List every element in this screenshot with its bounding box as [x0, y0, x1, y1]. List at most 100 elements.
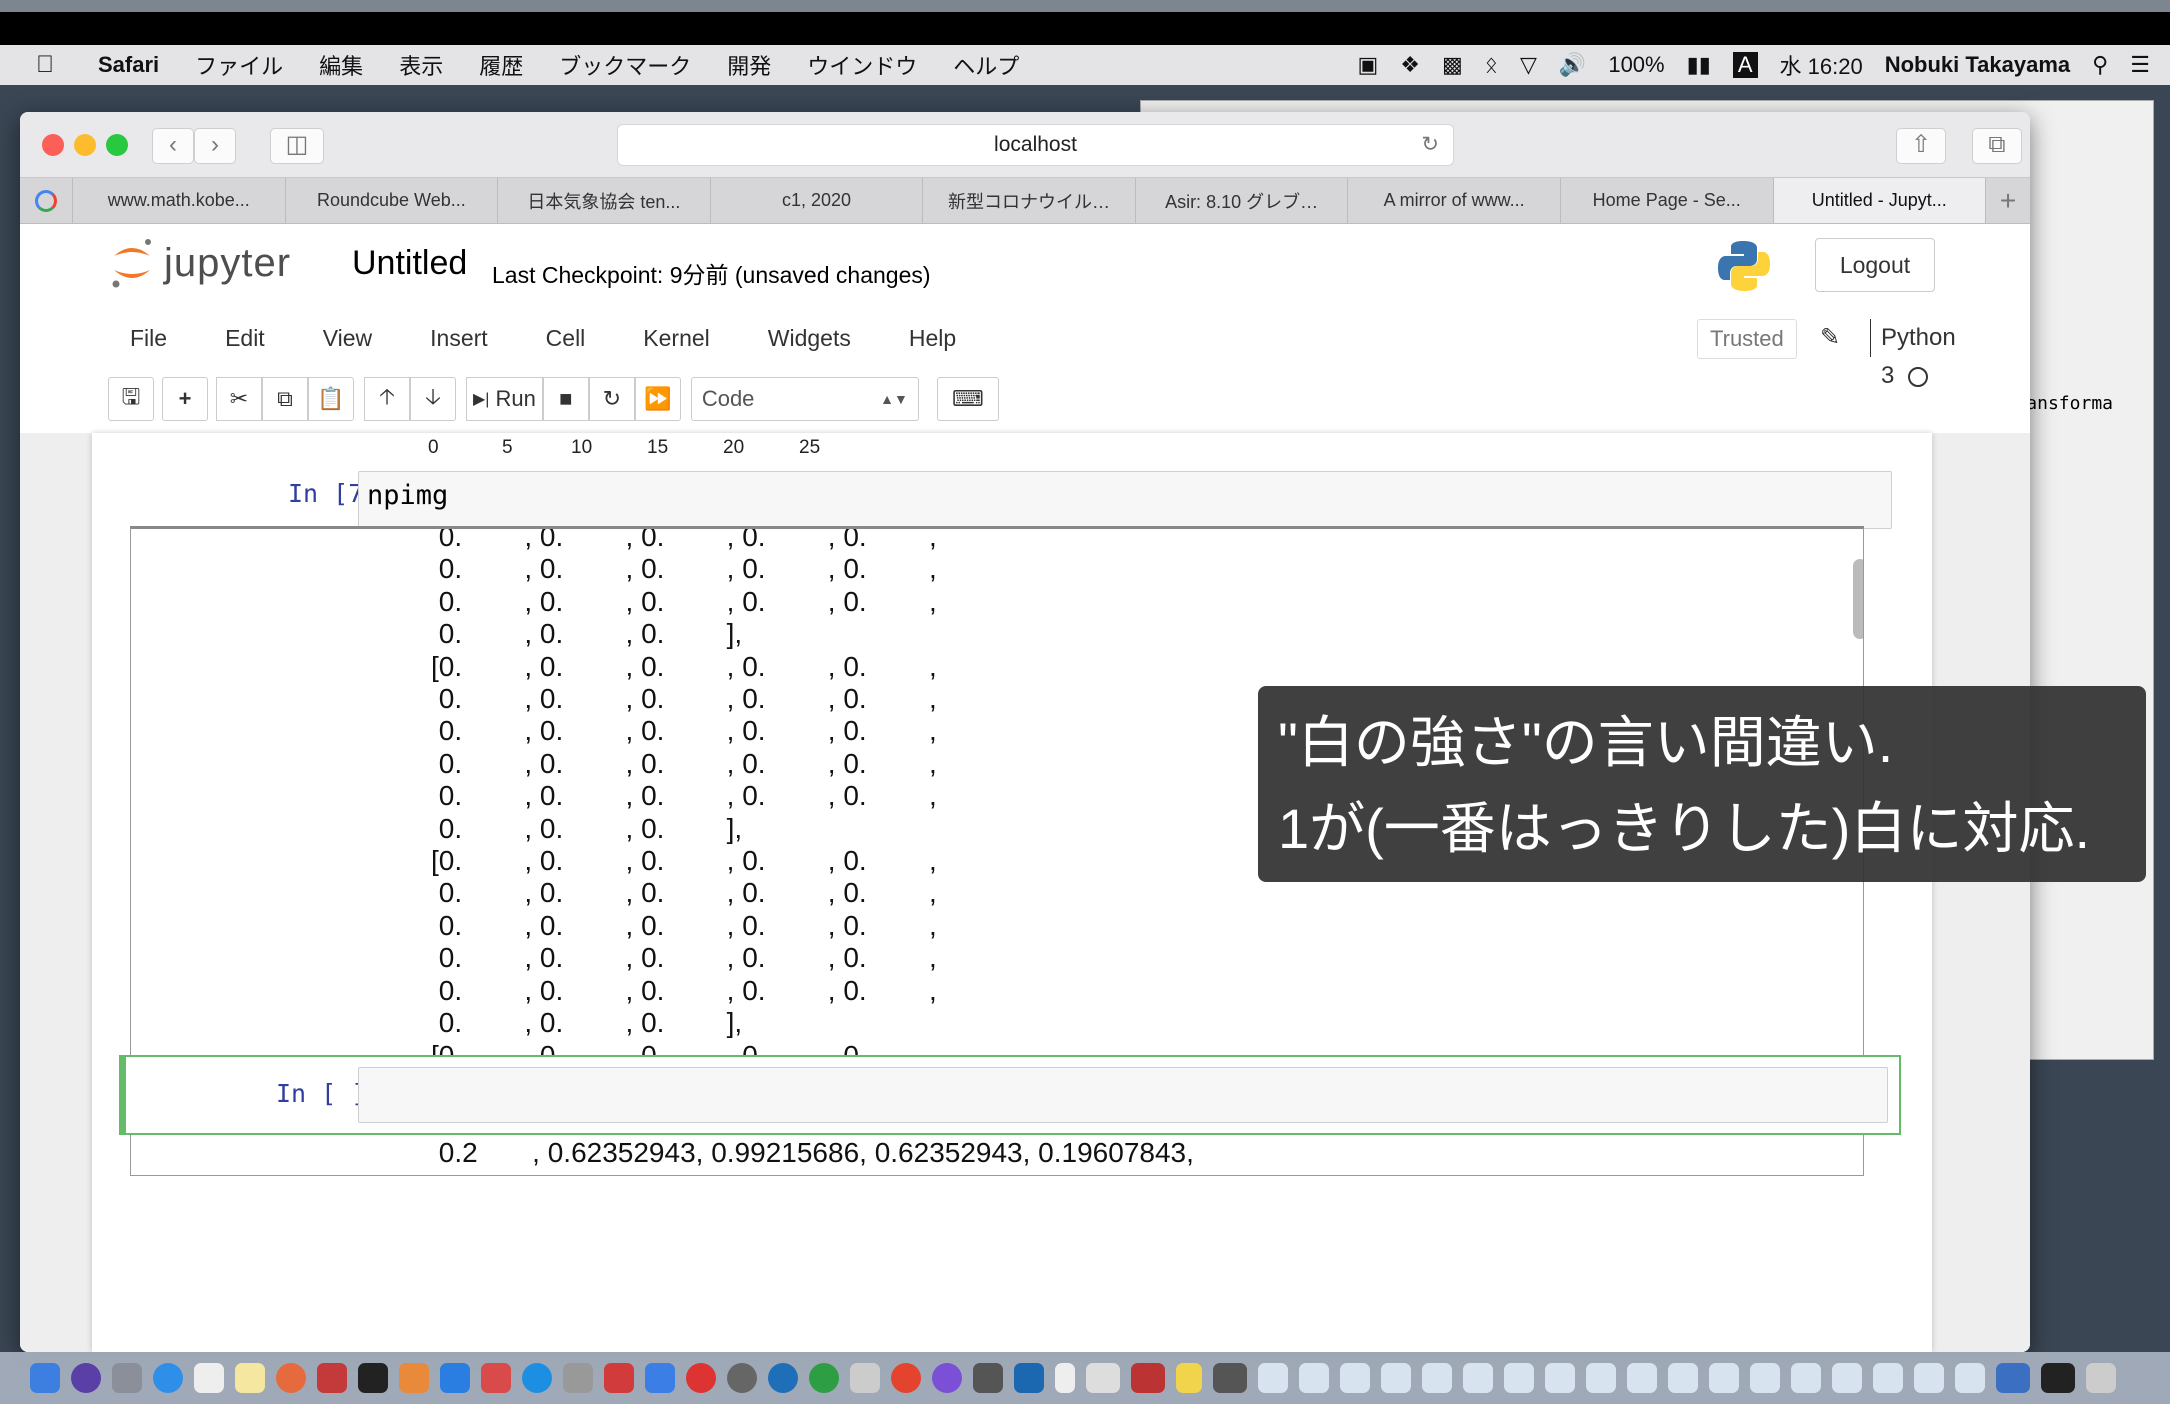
tab-home-page[interactable]: Home Page - Se...: [1559, 178, 1773, 223]
document-icon[interactable]: [1086, 1363, 1120, 1393]
menu-kernel[interactable]: Kernel: [643, 325, 709, 352]
document-icon[interactable]: [1131, 1363, 1165, 1393]
move-up-button[interactable]: 🡡: [364, 377, 410, 421]
tab-roundcube[interactable]: Roundcube Web...: [284, 178, 498, 223]
menubar-file[interactable]: ファイル: [195, 49, 283, 81]
document-icon[interactable]: [1586, 1363, 1616, 1393]
menubar-history[interactable]: 履歴: [479, 49, 523, 81]
menubar-help[interactable]: ヘルプ: [953, 49, 1019, 81]
document-icon[interactable]: [1832, 1363, 1862, 1393]
back-button[interactable]: ‹: [152, 128, 194, 164]
document-icon[interactable]: [1545, 1363, 1575, 1393]
document-icon[interactable]: [1258, 1363, 1288, 1393]
insert-cell-button[interactable]: +: [162, 377, 208, 421]
close-window-button[interactable]: [42, 134, 64, 156]
spotlight-icon[interactable]: ⚲: [2092, 52, 2108, 78]
menu-help[interactable]: Help: [909, 325, 956, 352]
user-name[interactable]: Nobuki Takayama: [1885, 52, 2070, 78]
document-icon[interactable]: [1213, 1363, 1247, 1393]
input-source-icon[interactable]: A: [1732, 52, 1758, 78]
logout-button[interactable]: Logout: [1815, 238, 1935, 292]
notification-center-icon[interactable]: ☰: [2130, 52, 2150, 78]
app-icon[interactable]: [686, 1363, 716, 1393]
document-icon[interactable]: [1996, 1363, 2030, 1393]
document-icon[interactable]: [1299, 1363, 1329, 1393]
notebook-area[interactable]: 0 5 10 15 20 25 In [7]: npimg 0. , 0. , …: [20, 433, 2030, 1352]
tab-corona[interactable]: 新型コロナウイル…: [922, 178, 1135, 223]
tab-math-kobe[interactable]: www.math.kobe...: [72, 178, 285, 223]
app-icon[interactable]: [317, 1363, 347, 1393]
menubar-app-name[interactable]: Safari: [98, 52, 159, 78]
tab-tenki[interactable]: 日本気象協会 ten...: [497, 178, 710, 223]
app-icon[interactable]: [727, 1363, 757, 1393]
pinned-google-tab[interactable]: [20, 178, 72, 223]
menubar-develop[interactable]: 開発: [727, 49, 771, 81]
new-tab-button[interactable]: +: [1985, 178, 2030, 223]
menu-file[interactable]: File: [130, 325, 167, 352]
copy-button[interactable]: ⧉: [262, 377, 308, 421]
document-icon[interactable]: [1422, 1363, 1452, 1393]
screen-record-icon[interactable]: ▣: [1357, 52, 1378, 78]
document-icon[interactable]: [1055, 1363, 1075, 1393]
cell7-input[interactable]: npimg: [358, 471, 1892, 529]
skype-icon[interactable]: [522, 1363, 552, 1393]
chrome-icon[interactable]: [891, 1363, 921, 1393]
document-icon[interactable]: [1914, 1363, 1944, 1393]
document-icon[interactable]: [1504, 1363, 1534, 1393]
app-icon[interactable]: [604, 1363, 634, 1393]
battery-icon[interactable]: ▮▮: [1687, 52, 1711, 78]
output-scrollbar[interactable]: [1853, 559, 1863, 639]
menu-insert[interactable]: Insert: [430, 325, 488, 352]
terminal-icon[interactable]: [358, 1363, 388, 1393]
bluetooth-icon[interactable]: ᛟ: [1485, 52, 1498, 78]
volume-icon[interactable]: 🔊: [1559, 52, 1586, 78]
trash-icon[interactable]: [2086, 1363, 2116, 1393]
save-button[interactable]: 🖫: [108, 377, 154, 421]
document-icon[interactable]: [1463, 1363, 1493, 1393]
menu-view[interactable]: View: [323, 325, 372, 352]
safari-icon[interactable]: [153, 1363, 183, 1393]
document-icon[interactable]: [1750, 1363, 1780, 1393]
wifi-icon[interactable]: ▽: [1520, 52, 1537, 78]
tab-c1-2020[interactable]: c1, 2020: [709, 178, 923, 223]
app-icon[interactable]: [481, 1363, 511, 1393]
battery-percent[interactable]: 100%: [1608, 52, 1664, 78]
menubar-view[interactable]: 表示: [399, 49, 443, 81]
tab-mirror[interactable]: A mirror of www...: [1347, 178, 1560, 223]
books-icon[interactable]: [399, 1363, 429, 1393]
paste-button[interactable]: 📋: [308, 377, 354, 421]
menu-widgets[interactable]: Widgets: [768, 325, 851, 352]
reload-icon[interactable]: ↻: [1421, 125, 1439, 165]
show-tabs-button[interactable]: ⧉: [1972, 128, 2022, 164]
app-icon[interactable]: [973, 1363, 1003, 1393]
address-bar[interactable]: localhost ↻: [617, 124, 1454, 166]
notebook-title[interactable]: Untitled: [352, 244, 467, 283]
document-icon[interactable]: [1176, 1363, 1202, 1393]
document-icon[interactable]: [1791, 1363, 1821, 1393]
jupyter-logo[interactable]: jupyter: [108, 236, 291, 290]
menubar-bookmarks[interactable]: ブックマーク: [559, 49, 691, 81]
app-icon[interactable]: [809, 1363, 839, 1393]
calendar-icon[interactable]: [194, 1363, 224, 1393]
document-icon[interactable]: [1668, 1363, 1698, 1393]
app-status-icon[interactable]: ❖: [1400, 52, 1420, 78]
zoom-app-icon[interactable]: [645, 1363, 675, 1393]
zoom-window-button[interactable]: [106, 134, 128, 156]
minimize-window-button[interactable]: [74, 134, 96, 156]
app-store-icon[interactable]: [440, 1363, 470, 1393]
empty-code-cell[interactable]: In [ ]:: [119, 1055, 1901, 1135]
apple-icon[interactable]: : [36, 51, 54, 79]
document-icon[interactable]: [1955, 1363, 1985, 1393]
share-button[interactable]: ⇧: [1896, 128, 1946, 164]
interrupt-button[interactable]: ■: [542, 377, 589, 421]
document-icon[interactable]: [1709, 1363, 1739, 1393]
document-icon[interactable]: [2041, 1363, 2075, 1393]
restart-button[interactable]: ↻: [588, 377, 635, 421]
menu-edit[interactable]: Edit: [225, 325, 265, 352]
photos-icon[interactable]: [276, 1363, 306, 1393]
restart-run-all-button[interactable]: ⏩: [634, 377, 681, 421]
finder-icon[interactable]: [30, 1363, 60, 1393]
cell-type-select[interactable]: Code ▲▼: [690, 377, 919, 421]
tab-asir[interactable]: Asir: 8.10 グレブ…: [1134, 178, 1348, 223]
trusted-indicator[interactable]: Trusted: [1697, 319, 1797, 359]
